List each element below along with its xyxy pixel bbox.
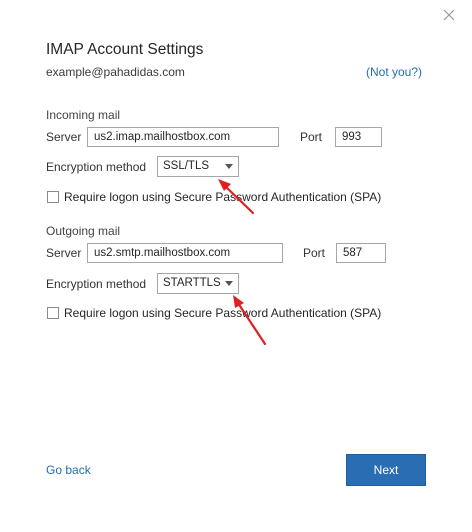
outgoing-server-label: Server — [46, 246, 82, 260]
chevron-down-icon — [225, 281, 233, 286]
outgoing-port-label: Port — [303, 246, 326, 260]
incoming-spa-label: Require logon using Secure Password Auth… — [64, 190, 382, 204]
incoming-spa-checkbox[interactable] — [47, 191, 59, 203]
incoming-section-label: Incoming mail — [46, 108, 121, 122]
next-button[interactable]: Next — [346, 454, 426, 486]
account-email: example@pahadidas.com — [46, 65, 185, 79]
outgoing-section-label: Outgoing mail — [46, 224, 121, 238]
incoming-encryption-label: Encryption method — [46, 160, 147, 174]
outgoing-port-input[interactable] — [336, 243, 386, 263]
incoming-server-label: Server — [46, 130, 82, 144]
incoming-port-label: Port — [300, 130, 323, 144]
annotation-arrows — [218, 179, 267, 346]
incoming-encryption-dropdown[interactable]: SSL/TLS — [157, 156, 239, 177]
outgoing-spa-label: Require logon using Secure Password Auth… — [64, 306, 382, 320]
outgoing-encryption-dropdown[interactable]: STARTTLS — [157, 273, 239, 294]
close-icon[interactable] — [440, 6, 458, 24]
incoming-port-input[interactable] — [335, 127, 382, 147]
not-you-link[interactable]: (Not you?) — [366, 65, 422, 79]
go-back-link[interactable]: Go back — [46, 463, 91, 477]
outgoing-encryption-label: Encryption method — [46, 277, 147, 291]
incoming-server-input[interactable] — [87, 127, 279, 147]
outgoing-server-input[interactable] — [87, 243, 283, 263]
outgoing-encryption-value: STARTTLS — [163, 277, 221, 289]
outgoing-spa-checkbox[interactable] — [47, 307, 59, 319]
dialog-title: IMAP Account Settings — [46, 41, 204, 58]
incoming-encryption-value: SSL/TLS — [163, 160, 210, 172]
chevron-down-icon — [225, 164, 233, 169]
